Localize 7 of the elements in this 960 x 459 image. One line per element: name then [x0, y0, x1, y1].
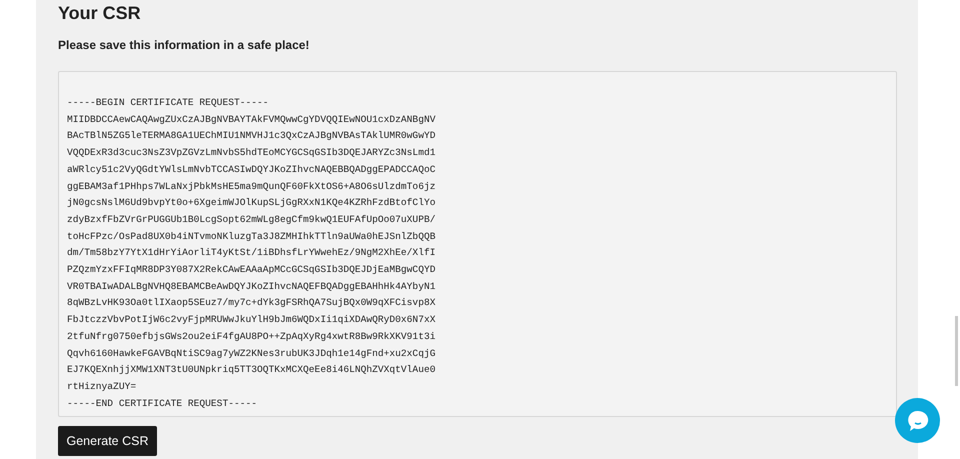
csr-field[interactable]: -----BEGIN CERTIFICATE REQUEST----- MIIDBDCCAewCAQAwgZUxCzAJBgNVBAYTAkFVMQwwCgYDVQQIEwNOU1cxDzANBgNV BAcTBlN5ZG5leTERMA8GA1UEChMIU1NMVHJ1c3QxCzAJBgNVBAsTAklUMR0wGwYD VQQDExR3d3cuc3NsZ3VpZGVzLmNvbS5hdTEoMCYGCSqGSIb3DQEJARYZc3NsLmd1 aWRlcy51c2VyQGdtYWlsLmNvbTCCASIwDQYJKoZIhvcNAQEBBQADggEPADCCAQoC ggEBAM3af1PHhps7WLaNxjPbkMsHE5ma9mQunQF60FkXtOS6+A8O6sUlzdmTo6jz jN0gcsNslM6Ud9bvpYt0o+6XgeimWJOlKupSLjGgRXxN1KQe4KZRhFzdBtofClYo zdyBzxfFbZVrGrPUGGUb1B0LcgSopt62mWLg8egCfm9kwQ1EUFAfUpOo07uXUPB/ toHcFPzc/OsPad8UX0b4iNTvmoNKluzgTa3J8ZMHIhkTTln9aUWa0hEJSnlZbQQB dm/Tm58bzY7YtX1dHrYiAorliT4yKtSt/1iBDhsfLrYWwehEz/9NgM2XhEe/XlfI PZQzmYzxFFIqMR8DP3Y087X2RekCAwEAAaApMCcGCSqGSIb3DQEJDjEaMBgwCQYD VR0TBAIwADALBgNVHQ8EBAMCBeAwDQYJKoZIhvcNAQEFBQADggEBAHhHk4AYbyN1 8qWBzLvHK93Oa0tlIXaop5SEuz7/my7c+dYk3gFSRhQA7SujBQx0W9qXFCisvp8X FbJtczzVbvPotIjW6c2vyFjpMRUWwJkuYlH9bJm6WQDxIi1qiXDAwQRyD0x6N7xX 2tfuNfrg0750efbjsGWs2ou2eiF4fgAU8PO++ZpAqXyRg4xwtR8Bw9RkXKV91t3i Qqvh6160HawkeFGAVBqNtiSC9ag7yWZ2KNes3rubUK3JDqh1e14gFnd+xu2xCqjG EJ7KQEXnhjjXMW1XNT3tU0UNpkriq5TT3OQTKxMCXQeEe8i46LNQhZVXqtVlAue0 rtHiznyaZUY= -----END CERTIFICATE REQUEST-----	[58, 71, 897, 417]
chat-button[interactable]	[895, 398, 940, 443]
page-heading: Your CSR	[58, 2, 142, 24]
scrollbar-thumb	[955, 316, 958, 386]
chat-bubble-icon	[906, 408, 930, 432]
notice-text: Please save this information in a safe place!	[58, 37, 310, 53]
generate-csr-button[interactable]: Generate CSR	[58, 426, 157, 456]
